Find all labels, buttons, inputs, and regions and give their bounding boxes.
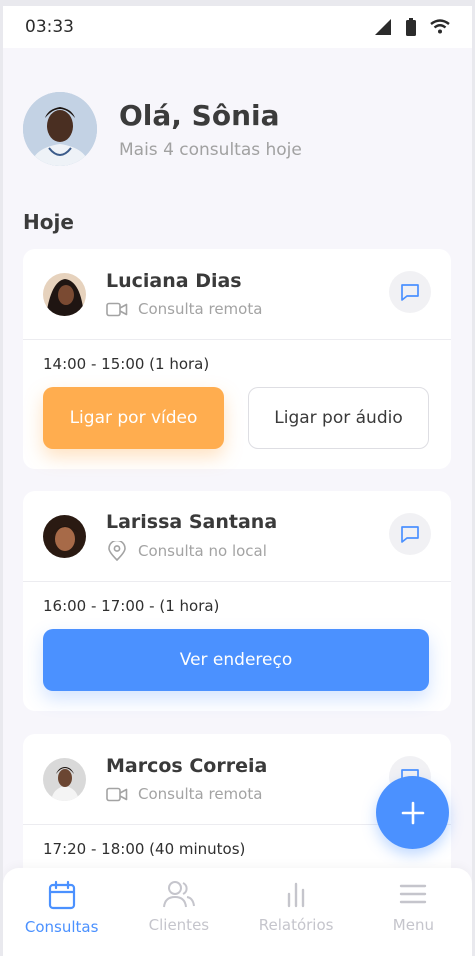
view-address-button[interactable]: Ver endereço xyxy=(43,629,429,691)
appointment-time: 14:00 - 15:00 (1 hora) xyxy=(43,355,210,373)
chat-icon xyxy=(401,283,419,301)
chat-button[interactable] xyxy=(389,513,431,555)
greeting-subtitle: Mais 4 consultas hoje xyxy=(119,139,302,160)
client-name: Larissa Santana xyxy=(106,511,278,533)
consultation-type: Consulta no local xyxy=(138,542,267,560)
nav-item-relatorios[interactable]: Relatórios xyxy=(238,868,355,956)
app-screen: 03:33 Olá, Sônia Mais 4 consultas hoje H… xyxy=(3,6,472,956)
nav-label: Clientes xyxy=(148,916,210,934)
nav-item-consultas[interactable]: Consultas xyxy=(3,868,120,956)
user-avatar[interactable] xyxy=(23,92,97,166)
appointment-time: 17:20 - 18:00 (40 minutos) xyxy=(43,840,246,858)
menu-icon xyxy=(400,884,427,904)
nav-item-clientes[interactable]: Clientes xyxy=(120,868,237,956)
nav-label: Consultas xyxy=(24,918,99,936)
consultation-type: Consulta remota xyxy=(138,300,263,318)
battery-icon xyxy=(406,18,416,36)
plus-icon xyxy=(401,801,424,824)
consultation-type: Consulta remota xyxy=(138,785,263,803)
nav-label: Relatórios xyxy=(258,916,334,934)
nav-label: Menu xyxy=(392,916,434,934)
appointment-time: 16:00 - 17:00 - (1 hora) xyxy=(43,597,220,615)
signal-icon xyxy=(375,19,391,35)
users-icon xyxy=(162,881,195,908)
location-icon xyxy=(108,541,126,561)
nav-item-menu[interactable]: Menu xyxy=(355,868,472,956)
appointment-card: Luciana Dias Consulta remota 14:00 - 15:… xyxy=(23,249,451,469)
status-icons xyxy=(374,18,450,36)
audio-call-button[interactable]: Ligar por áudio xyxy=(248,387,429,449)
chat-icon xyxy=(401,525,419,543)
bar-chart-icon xyxy=(287,882,305,908)
video-icon xyxy=(106,787,128,801)
status-time: 03:33 xyxy=(25,17,74,37)
section-title-today: Hoje xyxy=(23,210,74,234)
client-name: Marcos Correia xyxy=(106,755,268,777)
video-call-button[interactable]: Ligar por vídeo xyxy=(43,387,224,449)
video-icon xyxy=(106,302,128,316)
bottom-navigation: Consultas Clientes Relatórios Menu xyxy=(3,868,472,956)
greeting-title: Olá, Sônia xyxy=(119,98,280,132)
client-avatar[interactable] xyxy=(43,272,86,316)
appointment-card: Larissa Santana Consulta no local 16:00 … xyxy=(23,491,451,711)
calendar-icon xyxy=(48,880,75,910)
greeting-header: Olá, Sônia Mais 4 consultas hoje xyxy=(23,92,302,166)
status-bar: 03:33 xyxy=(3,6,472,48)
add-appointment-button[interactable] xyxy=(376,776,449,849)
client-avatar[interactable] xyxy=(43,514,86,558)
chat-button[interactable] xyxy=(389,271,431,313)
client-avatar[interactable] xyxy=(43,757,86,801)
client-name: Luciana Dias xyxy=(106,270,242,292)
wifi-icon xyxy=(430,19,450,34)
